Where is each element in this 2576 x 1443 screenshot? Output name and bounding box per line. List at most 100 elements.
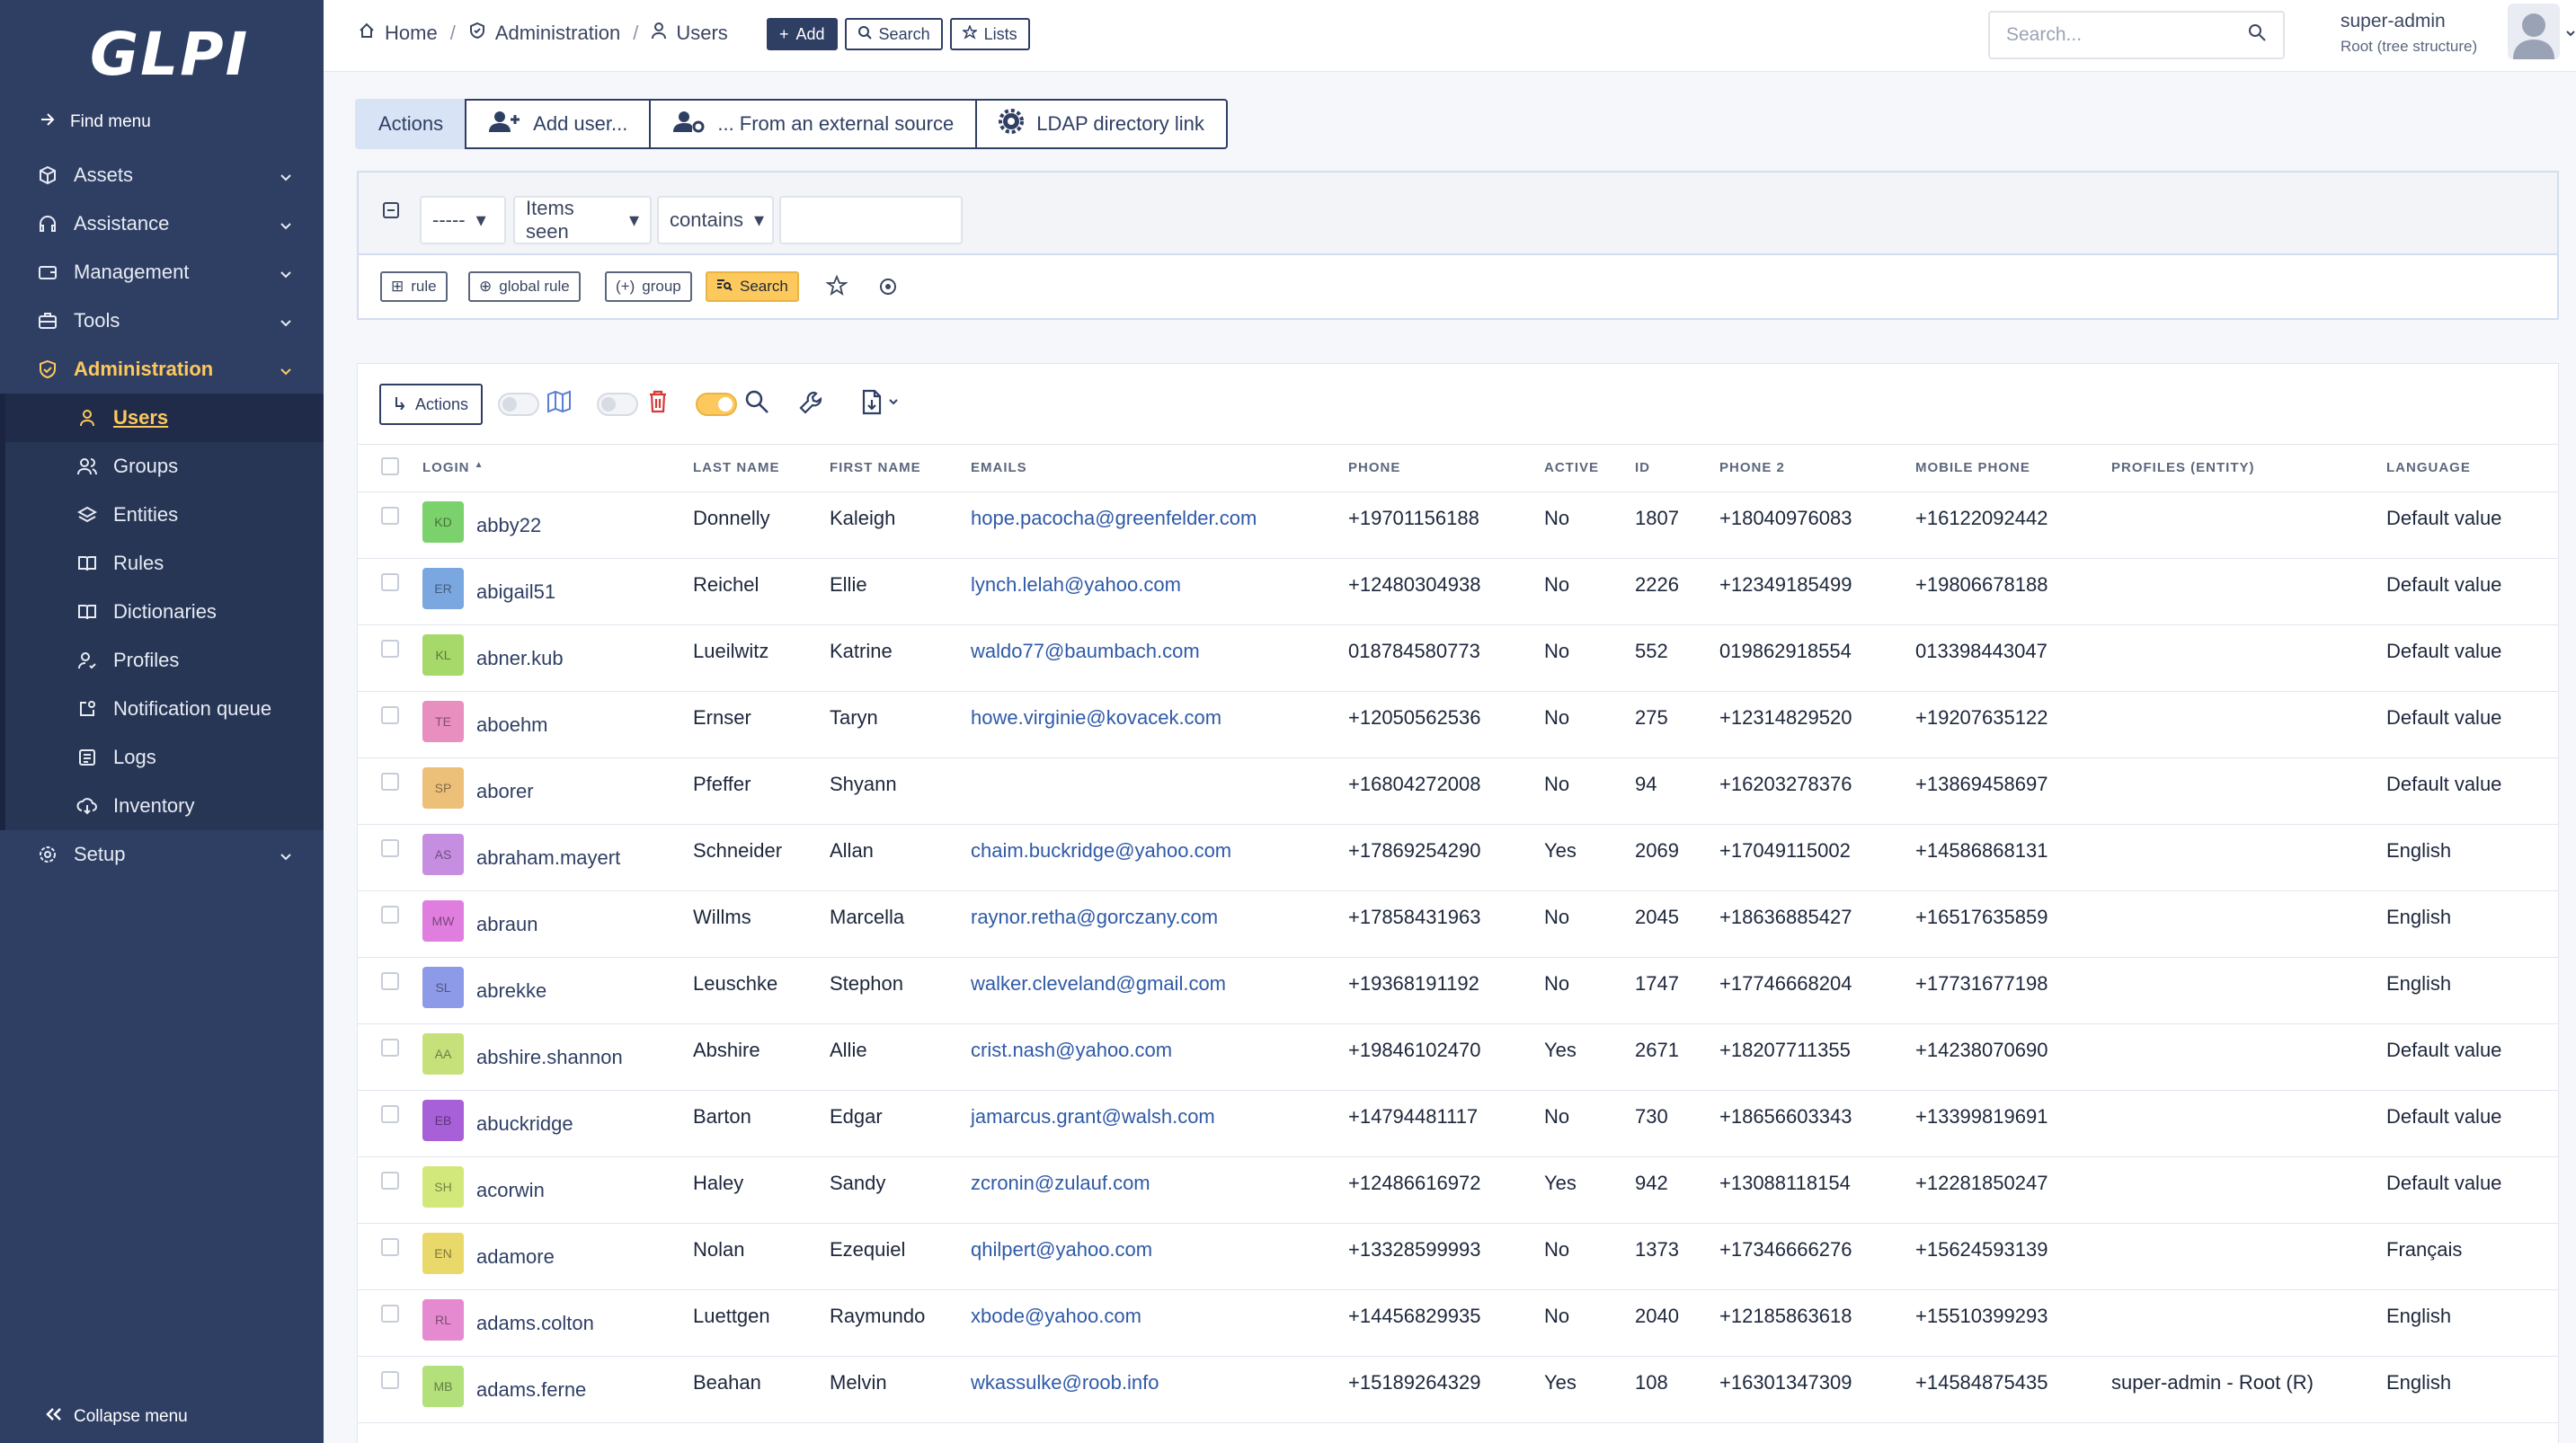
table-row[interactable]: SP aborer Pfeffer Shyann +16804272008 No 94 +16… [358,757,2558,825]
sidebar-item-tools[interactable]: Tools [0,297,324,345]
login-link[interactable]: abraun [476,906,538,936]
column-header-phone[interactable]: Phone [1348,445,1544,492]
column-header-first-name[interactable]: First name [830,445,971,492]
external-source-button[interactable]: ... From an external source [649,99,978,149]
row-checkbox[interactable] [381,971,399,990]
email-link[interactable]: lynch.lelah@yahoo.com [971,573,1181,596]
row-checkbox[interactable] [381,705,399,724]
massive-actions-button[interactable]: Actions [379,384,484,425]
table-row[interactable]: TE aboehm Ernser Taryn howe.virginie@kovacek… [358,691,2558,758]
email-link[interactable]: zcronin@zulauf.com [971,1172,1150,1194]
column-header-last-name[interactable]: Last name [693,445,830,492]
column-header-profiles[interactable]: Profiles (Entity) [2111,445,2386,492]
chevron-down-icon[interactable] [2565,27,2576,43]
search-icon[interactable] [744,389,769,419]
map-icon[interactable] [546,389,573,419]
square-minus-icon[interactable] [382,201,400,224]
row-checkbox[interactable] [381,1237,399,1256]
row-checkbox[interactable] [381,572,399,591]
row-checkbox[interactable] [381,1171,399,1190]
row-checkbox[interactable] [381,1304,399,1323]
login-link[interactable]: abraham.mayert [476,839,620,870]
column-header-mobile-phone[interactable]: Mobile phone [1915,445,2111,492]
table-row[interactable]: MB adams.ferne Beahan Melvin wkassulke@roob.… [358,1356,2558,1423]
sidebar-item-groups[interactable]: Groups [5,442,324,491]
breadcrumb-administration[interactable]: Administration [495,22,620,45]
row-checkbox[interactable] [381,506,399,525]
sidebar-item-setup[interactable]: Setup [0,830,324,879]
row-checkbox[interactable] [381,838,399,857]
criteria-value-input[interactable] [779,196,963,244]
actions-tab[interactable]: Actions [355,99,467,149]
email-link[interactable]: howe.virginie@kovacek.com [971,706,1221,729]
trash-toggle[interactable] [597,393,638,416]
login-link[interactable]: adamore [476,1238,555,1269]
table-row[interactable]: ER abigail51 Reichel Ellie lynch.lelah@yahoo… [358,558,2558,625]
email-link[interactable]: crist.nash@yahoo.com [971,1039,1172,1061]
login-link[interactable]: acorwin [476,1172,545,1202]
add-rule-button[interactable]: ⊞ rule [380,271,448,302]
email-link[interactable]: hope.pacocha@greenfelder.com [971,507,1257,529]
table-row[interactable]: SL abrekke Leuschke Stephon walker.cleveland… [358,957,2558,1024]
column-header-emails[interactable]: Emails [971,445,1348,492]
breadcrumb-users[interactable]: Users [676,22,727,45]
add-group-button[interactable]: (+) group [605,271,692,302]
add-user-button[interactable]: Add user... [465,99,652,149]
export-icon[interactable] [861,389,901,421]
search-toggle[interactable] [696,393,737,416]
global-search-input[interactable]: Search... [1988,11,2285,59]
email-link[interactable]: raynor.retha@gorczany.com [971,906,1218,928]
row-checkbox[interactable] [381,1104,399,1123]
table-row[interactable]: KL abner.kub Lueilwitz Katrine waldo77@baumb… [358,624,2558,692]
column-header-login[interactable]: Login ▲ [422,445,693,492]
column-header-id[interactable]: ID [1635,445,1719,492]
login-link[interactable]: abshire.shannon [476,1039,623,1069]
table-row[interactable]: SH acorwin Haley Sandy zcronin@zulauf.com +12… [358,1156,2558,1224]
table-row[interactable]: EN adamore Nolan Ezequiel qhilpert@yahoo.com… [358,1223,2558,1290]
email-link[interactable]: waldo77@baumbach.com [971,640,1200,662]
table-row[interactable]: AS abraham.mayert Schneider Allan chaim.buck… [358,824,2558,891]
login-link[interactable]: aboehm [476,706,548,737]
sidebar-item-notification-queue[interactable]: Notification queue [5,685,324,733]
email-link[interactable]: walker.cleveland@gmail.com [971,972,1226,995]
table-row[interactable]: MW abraun Willms Marcella raynor.retha@gorcz… [358,890,2558,958]
collapse-menu-button[interactable]: Collapse menu [45,1407,188,1427]
email-link[interactable]: xbode@yahoo.com [971,1305,1141,1327]
table-row[interactable]: AA abshire.shannon Abshire Allie crist.nash@… [358,1023,2558,1091]
login-link[interactable]: aborer [476,773,534,803]
search-button[interactable]: Search [844,18,943,50]
find-menu-button[interactable]: Find menu [40,111,151,133]
search-submit-button[interactable]: Search [706,271,799,302]
sidebar-item-logs[interactable]: Logs [5,733,324,782]
table-row[interactable]: RL adams.colton Luettgen Raymundo xbode@yaho… [358,1289,2558,1357]
sidebar-item-users[interactable]: Users [5,394,324,442]
table-row[interactable]: EB abuckridge Barton Edgar jamarcus.grant@wa… [358,1090,2558,1157]
add-button[interactable]: + Add [767,18,838,50]
email-link[interactable]: wkassulke@roob.info [971,1371,1159,1394]
sidebar-item-assistance[interactable]: Assistance [0,199,324,248]
login-link[interactable]: abby22 [476,507,541,537]
ldap-directory-link-button[interactable]: LDAP directory link [975,99,1228,149]
email-link[interactable]: jamarcus.grant@walsh.com [971,1105,1215,1128]
add-global-rule-button[interactable]: ⊕ global rule [468,271,581,302]
login-link[interactable]: abuckridge [476,1105,573,1136]
email-link[interactable]: chaim.buckridge@yahoo.com [971,839,1231,862]
row-checkbox[interactable] [381,1370,399,1389]
column-header-phone-2[interactable]: Phone 2 [1719,445,1915,492]
login-link[interactable]: abner.kub [476,640,564,670]
glpi-logo[interactable]: GLPI [90,20,249,89]
user-menu[interactable]: super-admin Root (tree structure) [2341,11,2477,56]
login-link[interactable]: adams.ferne [476,1371,586,1402]
lists-button[interactable]: Lists [949,18,1030,50]
criteria-link-select[interactable]: ----- ▾ [420,196,506,244]
sidebar-item-inventory[interactable]: Inventory [5,782,324,830]
login-link[interactable]: abrekke [476,972,546,1003]
breadcrumb-home[interactable]: Home [385,22,438,45]
login-link[interactable]: abigail51 [476,573,555,604]
table-row[interactable]: KD abby22 Donnelly Kaleigh hope.pacocha@gree… [358,491,2558,559]
sidebar-item-administration[interactable]: Administration [0,345,324,394]
sidebar-item-dictionaries[interactable]: Dictionaries [5,588,324,636]
email-link[interactable]: qhilpert@yahoo.com [971,1238,1152,1261]
row-checkbox[interactable] [381,905,399,924]
sidebar-item-profiles[interactable]: Profiles [5,636,324,685]
